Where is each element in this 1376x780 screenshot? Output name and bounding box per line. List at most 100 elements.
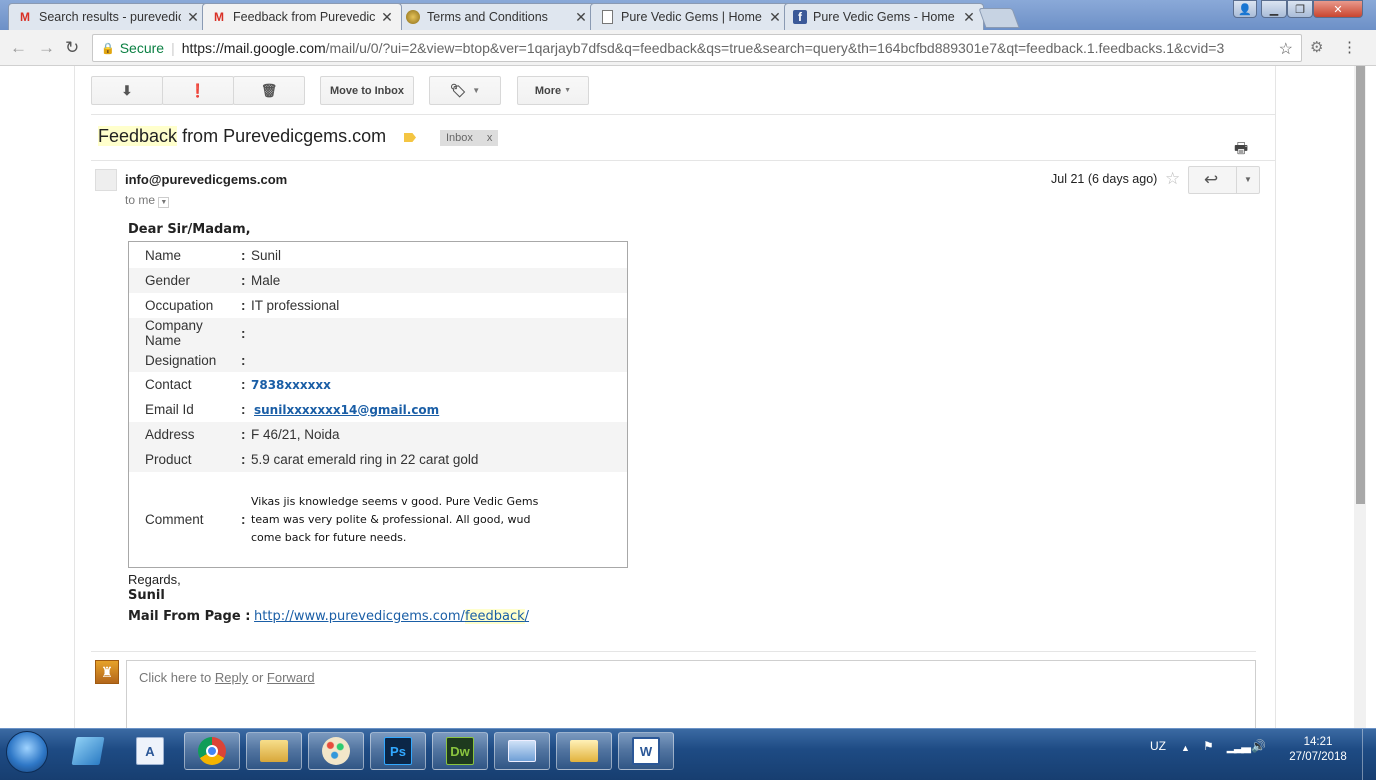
reply-or: or [248,670,267,685]
field-label: Product [145,452,192,467]
move-to-inbox-button[interactable]: Move to Inbox [320,76,414,105]
subject-highlight: Feedback [98,126,178,146]
contact-phone-link[interactable]: 7838xxxxxx [251,378,331,392]
menu-icon[interactable]: ⋮ [1342,38,1357,56]
text-editor-icon[interactable]: A [122,732,178,770]
url-host: https://mail.google.com [181,40,326,56]
minimize-button[interactable]: ▁ [1261,0,1287,18]
reply-button-group[interactable]: ↩ ▼ [1188,166,1260,194]
report-spam-button[interactable]: ❗ [162,76,234,105]
ie-icon[interactable] [60,732,116,770]
chrome-icon[interactable] [184,732,240,770]
field-colon: : [241,352,246,368]
sender-avatar [95,169,117,191]
field-email-row: Email Id : sunilxxxxxxx14@gmail.com [129,397,627,422]
system-clock[interactable]: 14:21 27/07/2018 [1278,735,1358,765]
back-icon[interactable]: ← [10,38,27,58]
mail-from-line: Mail From Page : http://www.purevedicgem… [128,608,529,624]
reply-link[interactable]: Reply [215,670,248,685]
field-label: Company Name [145,318,203,348]
field-colon: : [241,377,246,392]
tab-strip: M Search results - purevedic ✕ M Feedbac… [0,0,1376,30]
reply-box[interactable]: Click here to Reply or Forward [126,660,1256,732]
more-button[interactable]: More ▼ [517,76,589,105]
field-label: Name [145,248,182,263]
mail-from-label: Mail From Page : [128,609,251,624]
user-icon[interactable]: 👤 [1233,0,1257,18]
tab-feedback[interactable]: M Feedback from Purevedic ✕ [202,3,402,30]
field-occupation-row: Occupation : IT professional [129,293,627,318]
clock-date: 27/07/2018 [1289,751,1347,763]
field-label: Contact [145,377,192,392]
inbox-label[interactable]: Inbox x [440,130,499,146]
tab-pvg-home[interactable]: Pure Vedic Gems | Home ✕ [590,3,790,30]
reply-divider-line [91,651,1256,652]
mail-from-link[interactable]: http://www.purevedicgems.com/feedback/ [254,609,529,624]
tab-terms[interactable]: Terms and Conditions ✕ [396,3,596,30]
network-signal-icon[interactable]: ▁▂▃ [1227,739,1251,753]
explorer-icon[interactable] [246,732,302,770]
action-center-flag-icon[interactable]: ⚑ [1203,739,1214,753]
delete-button[interactable]: 🗑 [233,76,305,105]
scrollbar-thumb[interactable] [1356,66,1365,504]
forward-link[interactable]: Forward [267,670,315,685]
trash-icon: 🗑 [260,82,278,98]
dreamweaver-icon[interactable]: Dw [432,732,488,770]
email-link[interactable]: sunilxxxxxxx14@gmail.com [254,403,439,417]
show-hidden-icons[interactable]: ▲ [1181,743,1190,753]
forward-icon[interactable]: → [38,38,55,58]
close-tab-icon[interactable]: ✕ [187,9,199,26]
star-icon[interactable]: ☆ [1165,169,1180,189]
subject-rest: from Purevedicgems.com [177,126,387,146]
photoshop-icon[interactable]: Ps [370,732,426,770]
close-tab-icon[interactable]: ✕ [381,9,393,26]
paint-icon[interactable] [308,732,364,770]
tab-title: Feedback from Purevedic [233,10,375,24]
address-bar[interactable]: 🔒 Secure | https://mail.google.com/mail/… [92,34,1302,62]
bookmark-star-icon[interactable]: ☆ [1279,39,1293,59]
secure-label: Secure [119,40,165,56]
archive-button[interactable]: ⬇ [91,76,163,105]
details-dropdown-icon[interactable]: ▼ [158,197,170,208]
field-colon: : [241,427,246,442]
remove-label-button[interactable]: x [487,132,493,144]
close-tab-icon[interactable]: ✕ [769,9,781,26]
maximize-button[interactable]: ❐ [1287,0,1313,18]
taskbar: A Ps Dw W UZ ▲ ⚑ ▁▂▃ 🔊 14:21 27/07/2018 [0,728,1376,780]
url-end: / [524,609,530,624]
start-button[interactable] [6,731,48,773]
volume-icon[interactable]: 🔊 [1251,739,1266,753]
network-icon[interactable] [494,732,550,770]
word-icon[interactable]: W [618,732,674,770]
comment-text: Vikas jis knowledge seems v good. Pure V… [251,494,539,544]
tab-search-results[interactable]: M Search results - purevedic ✕ [8,3,208,30]
tab-title: Pure Vedic Gems | Home [621,10,762,24]
more-actions-chevron-icon[interactable]: ▼ [1244,175,1252,184]
sender-email[interactable]: info@purevedicgems.com [125,172,287,187]
labels-button[interactable]: 🏷 ▼ [429,76,501,105]
gmail-icon: M [20,10,30,24]
url-highlight: feedback [464,609,525,624]
language-indicator[interactable]: UZ [1150,739,1166,753]
field-designation-row: Designation : [129,348,627,372]
close-tab-icon[interactable]: ✕ [575,9,587,26]
reload-icon[interactable]: ↻ [65,38,79,58]
close-window-button[interactable]: ✕ [1313,0,1363,18]
extension-icon[interactable]: ⚙ [1310,38,1323,56]
outlook-icon[interactable] [556,732,612,770]
field-value: 5.9 carat emerald ring in 22 carat gold [251,452,479,467]
field-address-row: Address : F 46/21, Noida [129,422,627,447]
tab-pvg-facebook[interactable]: f Pure Vedic Gems - Home ✕ [784,3,984,30]
tag-icon: 🏷 [449,82,467,98]
new-tab-button[interactable] [978,8,1020,28]
field-label: Address [145,427,195,442]
clock-time: 14:21 [1303,736,1333,748]
recipient-line[interactable]: to me ▼ [125,193,170,208]
reply-icon[interactable]: ↩ [1204,170,1218,190]
chevron-down-icon: ▼ [472,86,481,95]
recipient-text: to me [125,193,156,207]
field-colon: : [241,512,246,527]
close-tab-icon[interactable]: ✕ [963,9,975,26]
show-desktop-button[interactable] [1362,729,1376,780]
field-product-row: Product : 5.9 carat emerald ring in 22 c… [129,447,627,472]
